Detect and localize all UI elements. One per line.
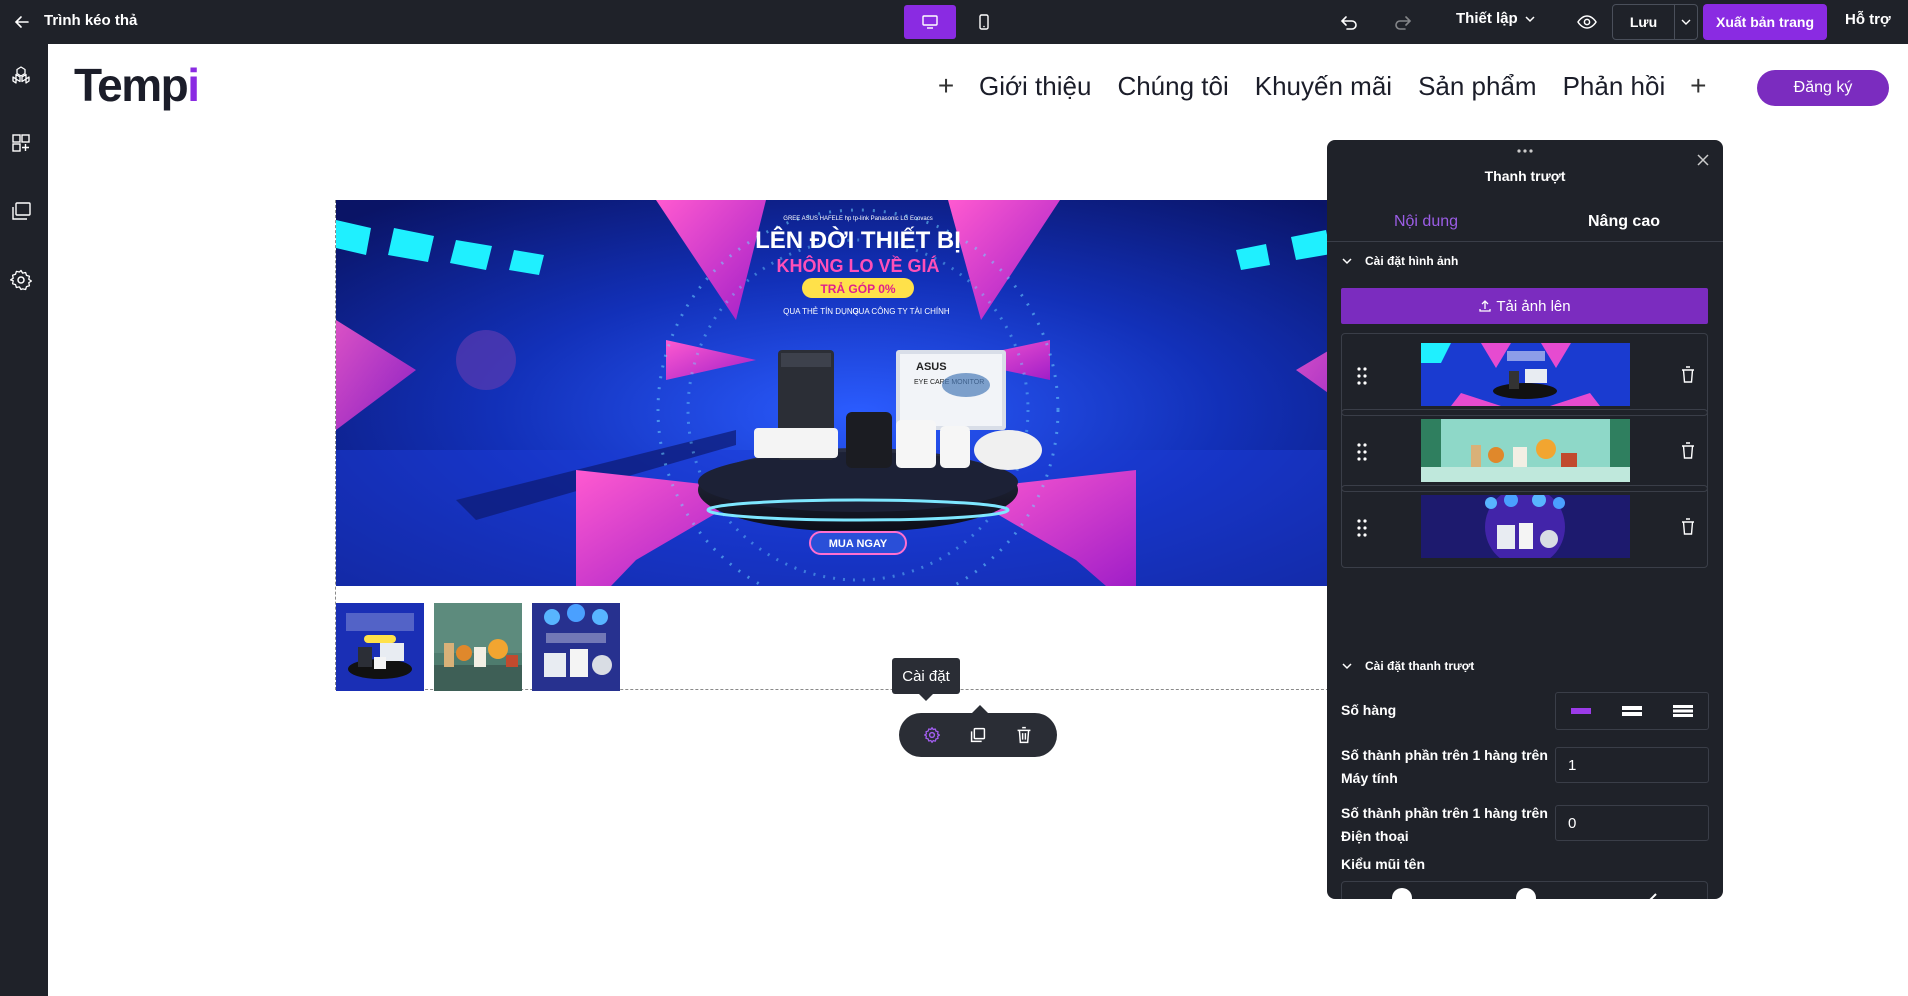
slider-image-preview-2 [1421, 419, 1630, 482]
banner-brands: GREE ASUS HAFELE hp tp-link Panasonic LG… [783, 216, 932, 222]
trash-icon[interactable] [1679, 517, 1697, 537]
save-button-group: Lưu [1612, 4, 1698, 40]
panel-title: Thanh trượt [1484, 168, 1566, 184]
slider-image-preview-3 [1421, 495, 1630, 558]
nav-item-san-pham[interactable]: Sản phẩm [1418, 71, 1537, 102]
mobile-items-label: Số thành phần trên 1 hàng trên Điện thoạ… [1341, 805, 1548, 844]
section-slider-settings[interactable]: Cài đặt thanh trượt [1341, 659, 1474, 673]
undo-icon[interactable] [1338, 12, 1360, 32]
section-image-settings-label: Cài đặt hình ảnh [1365, 254, 1459, 268]
drag-grip-icon[interactable] [1356, 442, 1368, 462]
desktop-items-label: Số thành phần trên 1 hàng trên Máy tính [1341, 747, 1548, 786]
back-arrow-icon[interactable] [12, 12, 32, 32]
trash-icon[interactable] [1679, 365, 1697, 385]
nav-item-chung-toi[interactable]: Chúng tôi [1117, 71, 1228, 102]
desktop-view-button[interactable] [904, 5, 956, 39]
tab-noi-dung[interactable]: Nội dung [1327, 202, 1525, 241]
arrow-style-label: Kiểu mũi tên [1341, 856, 1426, 872]
redo-icon[interactable] [1392, 12, 1414, 32]
top-bar: Trình kéo thả Thiết lập Lưu Xuất bản tra… [0, 0, 1908, 44]
desktop-icon [922, 15, 938, 29]
site-nav: + Giới thiệu Chúng tôi Khuyến mãi Sản ph… [926, 70, 1718, 102]
device-toggle [904, 5, 1010, 39]
register-button[interactable]: Đăng ký [1757, 70, 1889, 106]
image-slider[interactable]: ASUS EYE CARE MONITOR LÊN ĐỜI THIẾT BỊ K… [335, 200, 1380, 691]
upload-image-label: Tải ảnh lên [1496, 297, 1571, 315]
panel-tabs: Nội dung Nâng cao [1327, 202, 1723, 242]
slider-thumbnail-2[interactable] [434, 603, 522, 691]
widgets-icon[interactable] [9, 131, 33, 155]
add-nav-item-right-button[interactable]: + [1678, 70, 1718, 102]
slider-image-item [1341, 333, 1708, 416]
chevron-down-icon [1681, 19, 1691, 25]
drag-grip-icon[interactable] [1356, 518, 1368, 538]
preview-eye-icon[interactable] [1576, 12, 1598, 32]
banner-cta: MUA NGAY [829, 538, 888, 550]
settings-icon[interactable] [9, 268, 33, 292]
slider-image-item [1341, 485, 1708, 568]
banner-headline-1: LÊN ĐỜI THIẾT BỊ [755, 226, 961, 254]
close-icon[interactable] [1695, 152, 1711, 168]
chevron-down-icon [1342, 663, 1352, 670]
save-button[interactable]: Lưu [1613, 5, 1675, 39]
gear-icon[interactable] [921, 724, 943, 746]
duplicate-icon[interactable] [967, 724, 989, 746]
banner-badge: TRẢ GÓP 0% [820, 281, 895, 296]
banner-sub-left: QUA THẺ TÍN DỤNG [783, 307, 859, 316]
chevron-down-icon [1525, 15, 1535, 22]
banner-monitor-brand: ASUS [916, 361, 947, 373]
add-nav-item-left-button[interactable]: + [926, 70, 966, 102]
slider-thumbnail-3[interactable] [532, 603, 620, 691]
rows-selector [1555, 692, 1709, 730]
nav-item-khuyen-mai[interactable]: Khuyến mãi [1255, 71, 1392, 102]
left-sidebar [0, 44, 48, 996]
promo-banner-image: ASUS EYE CARE MONITOR LÊN ĐỜI THIẾT BỊ K… [336, 200, 1380, 586]
nav-item-phan-hoi[interactable]: Phản hồi [1563, 71, 1666, 102]
setup-label: Thiết lập [1456, 10, 1518, 27]
arrow-style-options[interactable] [1341, 881, 1708, 899]
delete-icon[interactable] [1013, 724, 1035, 746]
banner-sub-right: QUA CÔNG TY TÀI CHÍNH [852, 307, 950, 316]
upload-icon [1479, 300, 1492, 312]
rows-label: Số hàng [1341, 702, 1397, 718]
banner-headline-2: KHÔNG LO VỀ GIÁ [776, 255, 939, 276]
one-row-icon [1571, 708, 1592, 714]
drag-handle-icon[interactable] [1515, 148, 1535, 154]
mobile-icon [979, 14, 989, 30]
trash-icon[interactable] [1679, 441, 1697, 461]
section-slider-settings-label: Cài đặt thanh trượt [1365, 659, 1475, 673]
drag-grip-icon[interactable] [1356, 366, 1368, 386]
rows-option-2[interactable] [1607, 693, 1658, 729]
mobile-items-input[interactable] [1555, 805, 1709, 841]
slider-image-preview-1 [1421, 343, 1630, 406]
tab-nang-cao[interactable]: Nâng cao [1525, 202, 1723, 241]
desktop-items-input[interactable] [1555, 747, 1709, 783]
three-rows-icon [1672, 705, 1693, 717]
section-image-settings[interactable]: Cài đặt hình ảnh [1341, 254, 1458, 268]
mobile-view-button[interactable] [958, 5, 1010, 39]
settings-tooltip: Cài đặt [892, 658, 960, 701]
element-floating-toolbar [899, 705, 1057, 757]
slider-thumbnails [336, 603, 620, 691]
chevron-down-icon [1342, 258, 1352, 265]
publish-button[interactable]: Xuất bản trang [1703, 4, 1827, 40]
app-title: Trình kéo thả [44, 12, 138, 29]
layers-icon[interactable] [9, 64, 33, 88]
rows-option-3[interactable] [1657, 693, 1708, 729]
arrow-style-icons [1392, 888, 1657, 899]
two-rows-icon [1622, 706, 1642, 716]
site-logo[interactable]: Tempi [74, 58, 200, 112]
slider-main-image[interactable]: ASUS EYE CARE MONITOR LÊN ĐỜI THIẾT BỊ K… [336, 200, 1380, 586]
rows-option-1[interactable] [1556, 693, 1607, 729]
nav-item-gioi-thieu[interactable]: Giới thiệu [979, 71, 1091, 102]
pages-icon[interactable] [9, 199, 33, 223]
support-link[interactable]: Hỗ trợ [1845, 11, 1891, 28]
setup-dropdown[interactable]: Thiết lập [1456, 10, 1536, 27]
save-options-button[interactable] [1675, 5, 1697, 39]
slider-settings-panel: Thanh trượt Nội dung Nâng cao Cài đặt hì… [1327, 140, 1723, 899]
slider-image-item [1341, 409, 1708, 492]
upload-image-button[interactable]: Tải ảnh lên [1341, 288, 1708, 324]
slider-thumbnail-1[interactable] [336, 603, 424, 691]
